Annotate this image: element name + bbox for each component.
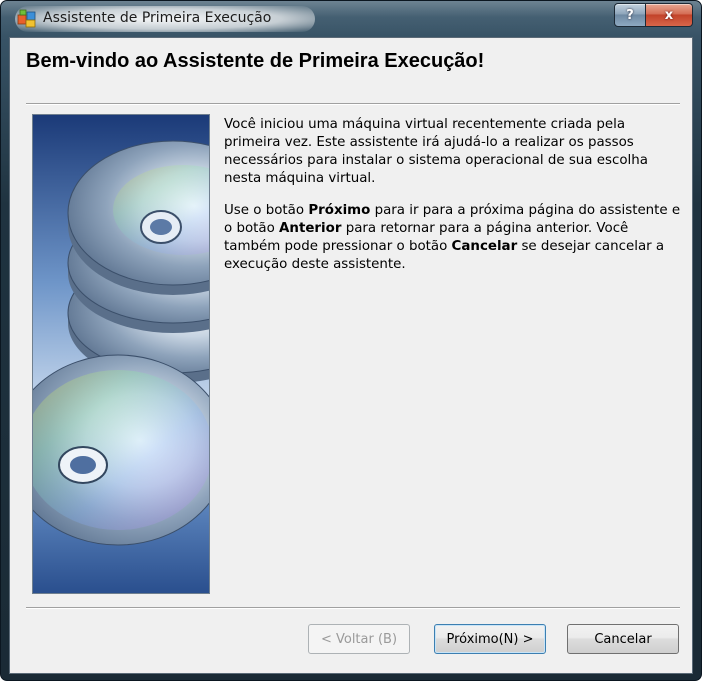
page-title: Bem-vindo ao Assistente de Primeira Exec… bbox=[26, 50, 485, 72]
back-button[interactable]: < Voltar (B) bbox=[308, 624, 410, 654]
footer-divider bbox=[26, 607, 680, 609]
virtualbox-app-icon bbox=[17, 9, 36, 28]
window-title: Assistente de Primeira Execução bbox=[43, 10, 272, 26]
instructions-paragraph: Use o botão Próximo para ir para a próxi… bbox=[224, 202, 684, 274]
intro-paragraph: Você iniciou uma máquina virtual recente… bbox=[224, 117, 648, 186]
wizard-window: Assistente de Primeira Execução ? x Bem-… bbox=[0, 0, 702, 681]
help-button[interactable]: ? bbox=[614, 3, 646, 27]
cancel-button[interactable]: Cancelar bbox=[567, 624, 679, 654]
next-button[interactable]: Próximo(N) > bbox=[434, 624, 546, 654]
instructions-next-term: Próximo bbox=[308, 203, 371, 218]
instructions-back-term: Anterior bbox=[279, 221, 342, 236]
header-divider bbox=[26, 103, 680, 105]
instructions-cancel-term: Cancelar bbox=[451, 239, 518, 254]
wizard-client-area: Bem-vindo ao Assistente de Primeira Exec… bbox=[9, 37, 693, 674]
cd-stack-illustration bbox=[33, 115, 209, 593]
title-bar[interactable]: Assistente de Primeira Execução ? x bbox=[1, 1, 701, 37]
caption-buttons: ? x bbox=[614, 3, 693, 27]
wizard-description: Você iniciou uma máquina virtual recente… bbox=[224, 116, 684, 288]
close-button[interactable]: x bbox=[646, 3, 693, 27]
wizard-side-image bbox=[32, 114, 210, 594]
close-icon: x bbox=[664, 7, 674, 23]
help-icon: ? bbox=[626, 7, 634, 23]
instructions-text-1: Use o botão bbox=[224, 203, 309, 218]
